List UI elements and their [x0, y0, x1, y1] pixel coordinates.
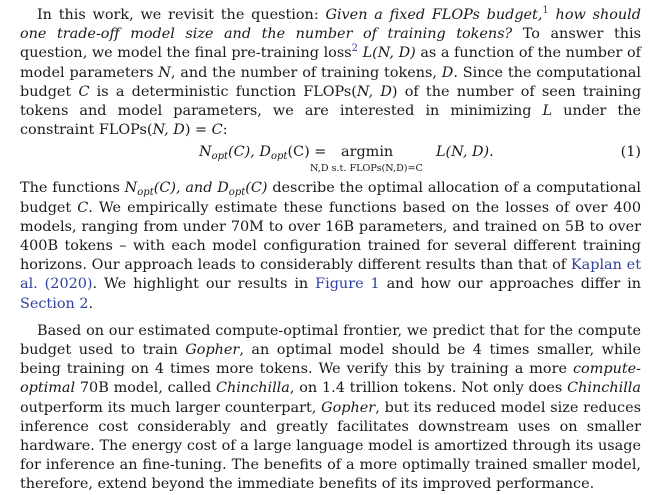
equation-1: Nopt(C), Dopt(C) = argmin N,D s.t. FLOPs… [20, 141, 641, 179]
math-d: D [217, 180, 229, 197]
subscript-opt: opt [228, 187, 246, 199]
math-text: (C), D [228, 144, 271, 161]
text-run: 70B model, called [75, 380, 216, 397]
text-run: : [222, 122, 228, 139]
math-n: N [158, 64, 171, 81]
text-run: . [88, 295, 94, 312]
subscript-opt: opt [270, 151, 288, 163]
math-loss: L(N, D) [357, 45, 416, 62]
paragraph-intro: In this work, we revisit the question: G… [20, 6, 641, 140]
text-run: is a deterministic function FLOPs( [89, 83, 357, 100]
math-text: (C) [245, 180, 268, 197]
text-run: outperform its much larger counterpart, [20, 399, 322, 416]
math-nd: N, D [356, 83, 392, 100]
model-name-gopher: Gopher [321, 399, 376, 416]
model-name-chinchilla: Chinchilla [216, 380, 290, 397]
figure-link[interactable]: Figure 1 [315, 276, 380, 292]
paragraph-functions: The functions Nopt(C), and Dopt(C) descr… [20, 179, 641, 313]
math-l: L [542, 103, 553, 120]
math-nd: N, D [152, 122, 185, 139]
text-run: In this work, we revisit the question: [37, 7, 326, 23]
model-name-chinchilla: Chinchilla [567, 380, 641, 397]
paper-page: In this work, we revisit the question: G… [0, 0, 661, 493]
italic-question: Given a fixed FLOPs budget, [325, 7, 543, 23]
equation-constraint: N,D s.t. FLOPs(N,D)=C [310, 163, 423, 175]
math-c: C [211, 122, 223, 139]
text-run: and how our approaches differ in [379, 276, 641, 293]
math-n: N [199, 144, 212, 161]
equation-argmin: argmin [341, 144, 394, 161]
equation-rhs: L(N, D). [436, 144, 494, 161]
math-c: C [78, 83, 90, 100]
text-run: . We highlight our results in [92, 276, 316, 293]
paragraph-chinchilla: Based on our estimated compute-optimal f… [20, 322, 641, 495]
subscript-opt: opt [211, 151, 229, 163]
math-text: (C) = [287, 144, 327, 161]
text-run: , and the number of training tokens, [170, 64, 442, 81]
math-c: C [77, 199, 89, 216]
math-d: D [441, 64, 454, 81]
text-run: ) = [184, 122, 212, 139]
text-run: . We empirically estimate these function… [20, 199, 641, 274]
equation-number: (1) [620, 144, 641, 161]
model-name-gopher: Gopher [185, 342, 240, 359]
text-run: The functions [20, 180, 125, 197]
text-run: , on 1.4 trillion tokens. Not only does [289, 380, 568, 397]
math-n: N [124, 180, 138, 197]
subscript-opt: opt [137, 187, 154, 199]
math-text: (C), and [153, 180, 218, 197]
equation-lhs: Nopt(C), Dopt(C) = [199, 143, 326, 162]
section-link[interactable]: Section 2 [20, 296, 88, 312]
